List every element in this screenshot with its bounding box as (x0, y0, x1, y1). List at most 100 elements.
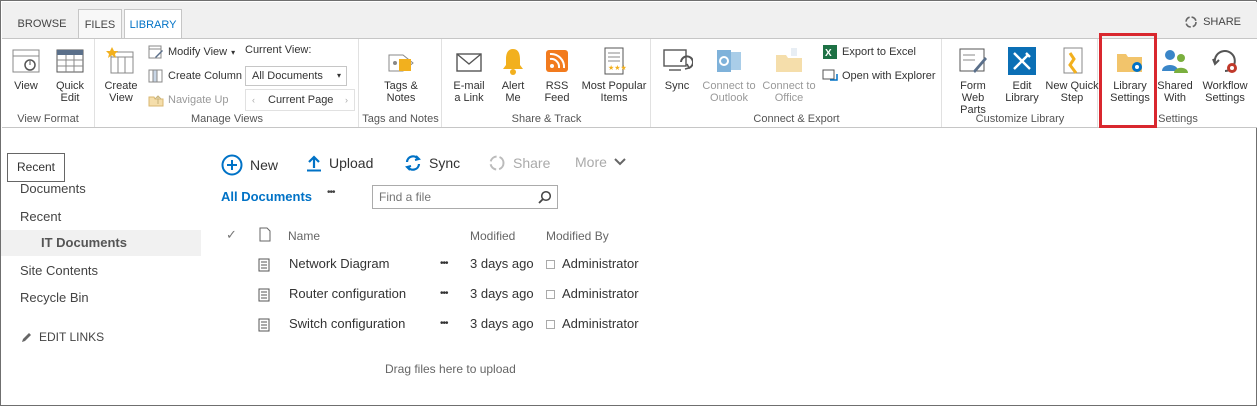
open-with-explorer-button[interactable]: Open with Explorer (822, 68, 936, 84)
group-label-settings: Settings (1158, 113, 1198, 125)
form-web-parts-button[interactable]: Form Web Parts (947, 45, 999, 116)
new-quick-step-button[interactable]: New Quick Step (1045, 45, 1099, 104)
email-link-label: E-mail a Link (453, 80, 485, 104)
table-row[interactable]: Router configuration ••• 3 days ago Admi… (221, 279, 661, 309)
group-view-format: View Quick Edit View Format (2, 39, 95, 127)
chevron-down-icon: ▾ (336, 71, 341, 80)
popular-items-icon: ★★★ (604, 47, 627, 75)
pencil-icon (22, 333, 31, 342)
alert-me-label: Alert Me (501, 80, 525, 104)
presence-indicator-icon (546, 290, 555, 299)
export-to-excel-button[interactable]: X Export to Excel (822, 44, 916, 60)
row-ellipsis-menu[interactable]: ••• (440, 309, 448, 339)
create-column-button[interactable]: Create Column (148, 68, 242, 84)
quick-edit-button[interactable]: Quick Edit (50, 45, 90, 104)
navigate-up-label: Navigate Up (168, 94, 229, 106)
left-navigation: Recent Documents Recent IT Documents Sit… (1, 129, 206, 407)
chevron-down-icon: ▾ (231, 47, 236, 57)
drag-upload-hint: Drag files here to upload (385, 362, 516, 376)
search-box (372, 185, 558, 209)
sync-button[interactable]: Sync (404, 154, 460, 172)
share-command-label: Share (513, 155, 551, 171)
form-web-parts-label: Form Web Parts (960, 80, 986, 116)
share-label: SHARE (1203, 16, 1241, 28)
library-settings-button[interactable]: Library Settings (1107, 45, 1153, 104)
rss-feed-label: RSS Feed (544, 80, 570, 104)
sync-ribbon-label: Sync (664, 80, 690, 92)
create-view-icon (106, 47, 134, 74)
connect-to-office-button[interactable]: Connect to Office (760, 45, 818, 104)
row-ellipsis-menu[interactable]: ••• (440, 249, 448, 279)
create-view-label: Create View (104, 80, 138, 104)
nav-item-documents[interactable]: Documents (20, 181, 86, 196)
next-page-icon[interactable]: › (345, 90, 348, 110)
more-button[interactable]: More (575, 154, 626, 170)
nav-item-recent[interactable]: Recent (20, 209, 61, 224)
group-tags-notes: Tags & Notes Tags and Notes (360, 39, 442, 127)
group-settings: Library Settings Shared With Workflow Se… (1099, 39, 1257, 127)
nav-item-it-documents[interactable]: IT Documents (1, 230, 201, 256)
file-name-link[interactable]: Switch configuration (289, 309, 405, 339)
nav-item-site-contents[interactable]: Site Contents (20, 263, 98, 278)
select-all-checkmark-icon[interactable]: ✓ (226, 227, 237, 243)
tab-browse[interactable]: BROWSE (10, 9, 74, 39)
modified-by-link[interactable]: Administrator (562, 249, 639, 279)
tag-icon (388, 54, 414, 72)
current-view-select[interactable]: All Documents ▾ (245, 66, 347, 86)
navigate-up-button[interactable]: Navigate Up (148, 92, 229, 108)
search-input[interactable] (373, 186, 533, 208)
group-label-view-format: View Format (17, 113, 79, 125)
share-command-button[interactable]: Share (488, 154, 550, 172)
create-column-label: Create Column (168, 70, 242, 82)
modified-by-link[interactable]: Administrator (562, 279, 639, 309)
modified-value: 3 days ago (470, 316, 534, 331)
create-view-button[interactable]: Create View (100, 45, 142, 104)
group-label-tags-notes: Tags and Notes (362, 113, 439, 125)
current-page-label: Current Page (268, 94, 334, 106)
shared-with-button[interactable]: Shared With (1155, 45, 1195, 104)
file-name-link[interactable]: Network Diagram (289, 249, 389, 279)
ribbon: View Quick Edit View Format Create View … (2, 33, 1257, 128)
view-options-ellipsis[interactable]: ••• (327, 187, 335, 198)
most-popular-items-button[interactable]: ★★★ Most Popular Items (581, 45, 647, 104)
upload-button[interactable]: Upload (306, 154, 373, 172)
workflow-settings-icon (1212, 50, 1237, 73)
row-ellipsis-menu[interactable]: ••• (440, 279, 448, 309)
view-button[interactable]: View (6, 45, 46, 92)
workflow-settings-button[interactable]: Workflow Settings (1197, 45, 1253, 104)
view-label: View (14, 80, 38, 92)
edit-links-button[interactable]: EDIT LINKS (21, 330, 104, 344)
sync-ribbon-button[interactable]: Sync (656, 45, 698, 92)
tags-notes-button[interactable]: Tags & Notes (372, 45, 430, 104)
new-button[interactable]: New (221, 154, 278, 176)
nav-item-recycle-bin[interactable]: Recycle Bin (20, 290, 89, 305)
file-name-link[interactable]: Router configuration (289, 279, 406, 309)
search-icon[interactable] (538, 190, 552, 204)
previous-page-icon[interactable]: ‹ (252, 90, 255, 110)
edit-library-button[interactable]: Edit Library (1001, 45, 1043, 104)
alert-me-button[interactable]: Alert Me (495, 45, 531, 104)
rss-feed-button[interactable]: RSS Feed (535, 45, 579, 104)
column-header-modified-by[interactable]: Modified By (546, 229, 609, 243)
table-row[interactable]: Network Diagram ••• 3 days ago Administr… (221, 249, 661, 279)
column-header-modified[interactable]: Modified (470, 229, 515, 243)
tab-library[interactable]: LIBRARY (124, 9, 182, 40)
current-page-pager: ‹ Current Page › (245, 89, 355, 111)
group-connect-export: Sync Connect to Outlook Connect to Offic… (652, 39, 942, 127)
share-icon (1185, 16, 1197, 28)
share-button[interactable]: SHARE (1184, 15, 1241, 29)
column-header-name[interactable]: Name (288, 229, 320, 243)
modified-by-link[interactable]: Administrator (562, 309, 639, 339)
document-icon (258, 258, 270, 272)
tab-files[interactable]: FILES (78, 9, 122, 39)
table-row[interactable]: Switch configuration ••• 3 days ago Admi… (221, 309, 661, 339)
svg-text:X: X (825, 48, 832, 59)
connect-to-outlook-button[interactable]: Connect to Outlook (700, 45, 758, 104)
plus-circle-icon (221, 154, 243, 176)
modify-view-button[interactable]: Modify View ▾ (148, 44, 235, 60)
outlook-icon (717, 50, 741, 72)
upload-label: Upload (329, 155, 374, 171)
view-all-documents-link[interactable]: All Documents (221, 189, 312, 204)
email-link-button[interactable]: E-mail a Link (447, 45, 491, 104)
office-folder-icon (776, 48, 802, 72)
